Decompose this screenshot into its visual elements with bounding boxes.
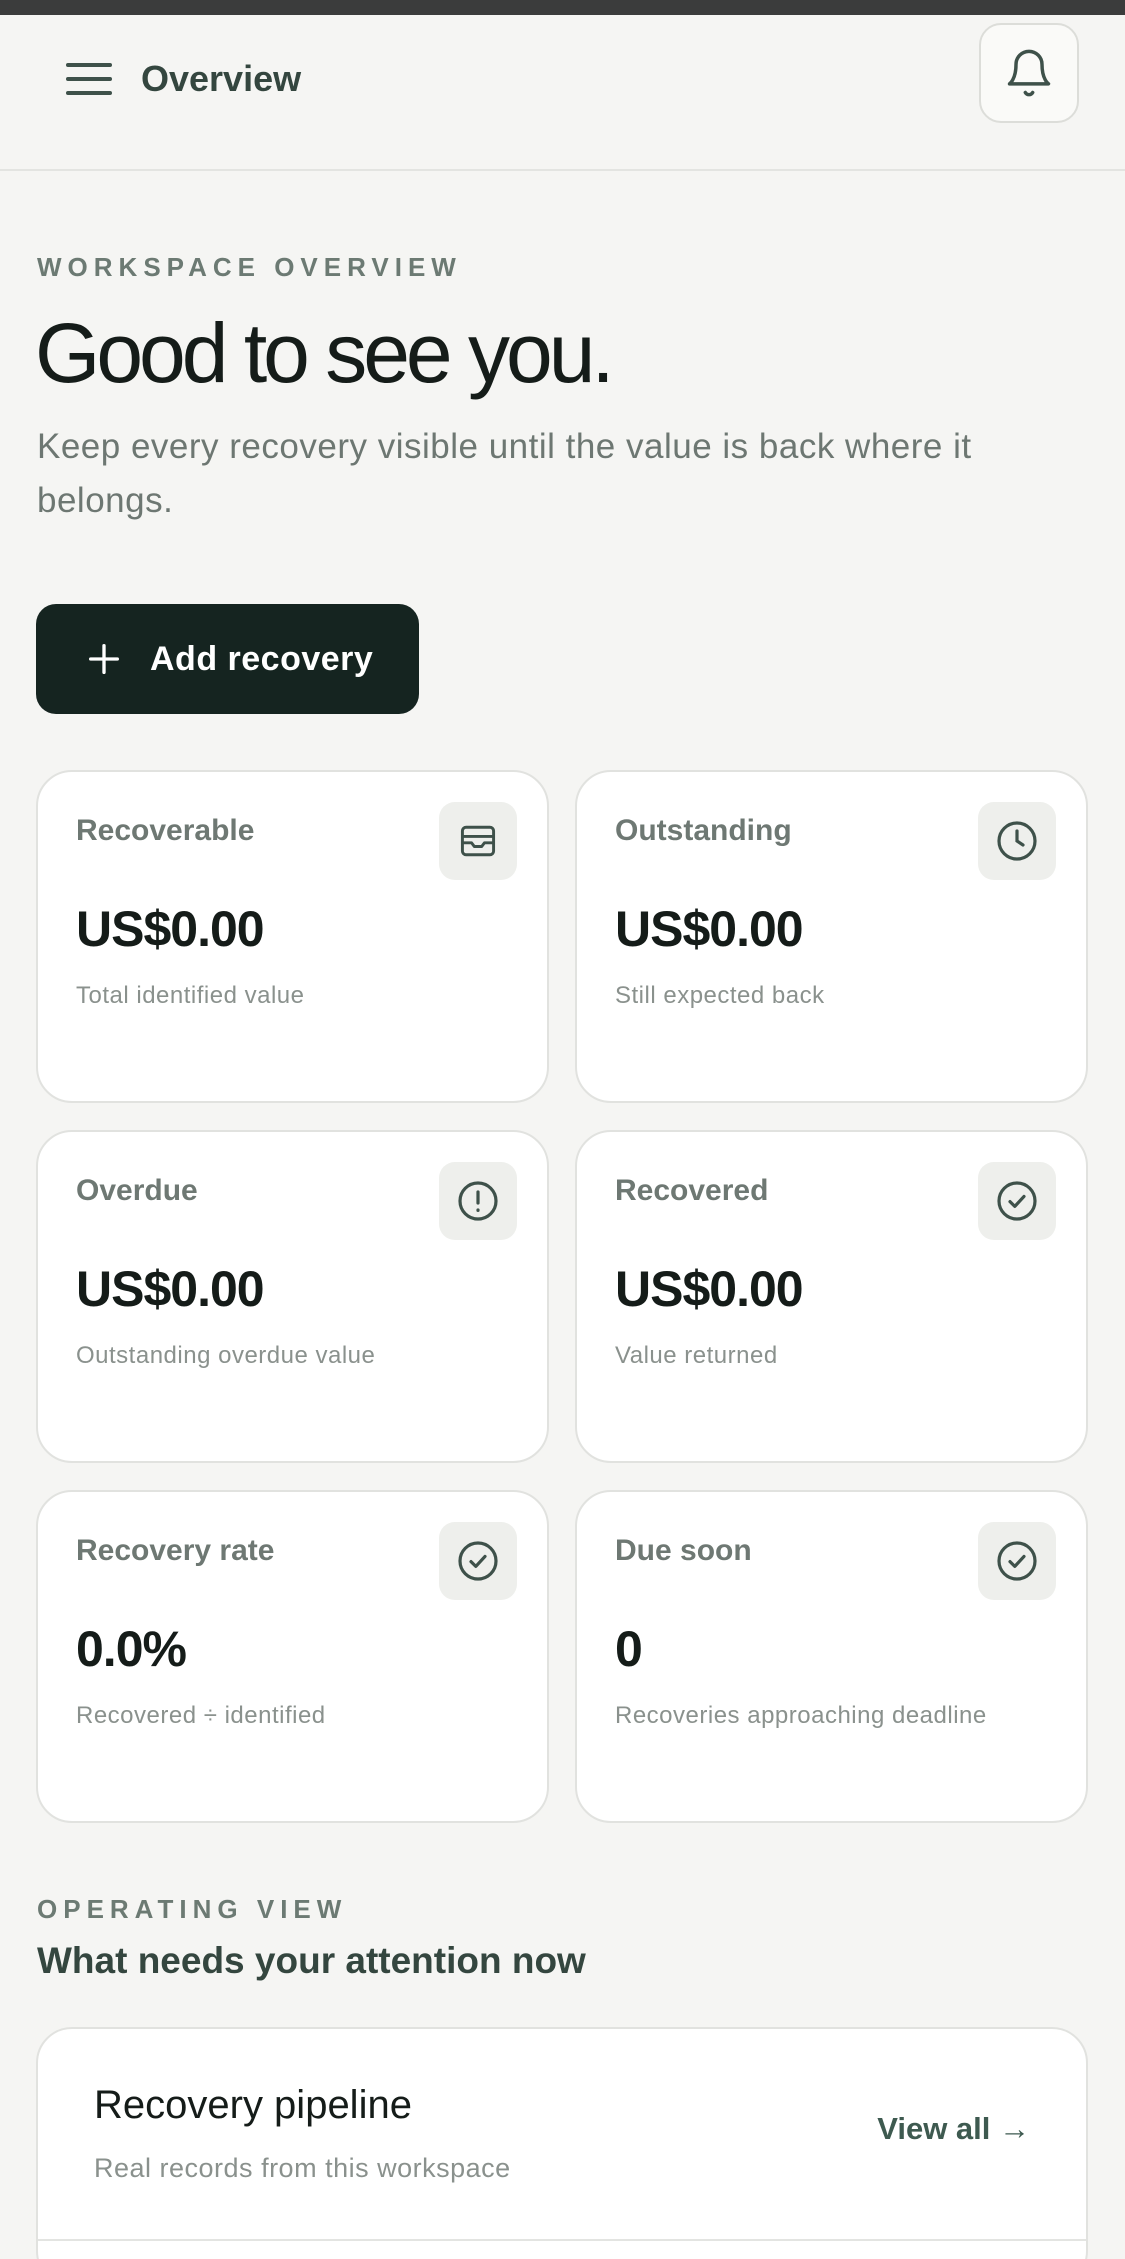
stat-label: Due soon: [615, 1534, 752, 1567]
view-all-link[interactable]: View all →: [877, 2111, 1030, 2147]
stat-description: Recovered ÷ identified: [76, 1702, 326, 1729]
divider: [38, 2239, 1086, 2241]
stat-value: US$0.00: [76, 901, 265, 957]
stat-value: US$0.00: [76, 1261, 265, 1317]
top-bar: Overview: [0, 15, 1125, 171]
stat-description: Value returned: [615, 1342, 778, 1369]
greeting-subtitle: Keep every recovery visible until the va…: [37, 427, 972, 520]
section-title: What needs your attention now: [37, 1940, 586, 1981]
page-title: Overview: [141, 58, 302, 99]
stat-value: 0.0%: [76, 1621, 187, 1677]
operating-eyebrow: OPERATING VIEW: [37, 1894, 348, 1924]
stat-value: US$0.00: [615, 1261, 804, 1317]
stat-label: Recovery rate: [76, 1534, 275, 1567]
stat-description: Recoveries approaching deadline: [615, 1702, 987, 1729]
stat-card-due-soon: Due soon 0 Recoveries approaching deadli…: [575, 1490, 1088, 1823]
stat-card-overdue: Overdue US$0.00 Outstanding overdue valu…: [36, 1130, 549, 1463]
check-circle-icon: [978, 1162, 1056, 1240]
bell-icon: [1007, 49, 1051, 97]
stat-value: 0: [615, 1621, 643, 1677]
stat-description: Outstanding overdue value: [76, 1342, 376, 1369]
stat-card-recovery-rate: Recovery rate 0.0% Recovered ÷ identifie…: [36, 1490, 549, 1823]
wallet-icon: [439, 802, 517, 880]
stat-value: US$0.00: [615, 901, 804, 957]
pipeline-title: Recovery pipeline: [94, 2083, 412, 2127]
stat-description: Still expected back: [615, 982, 825, 1009]
greeting-title: Good to see you.: [35, 306, 615, 400]
pipeline-subtitle: Real records from this workspace: [94, 2153, 511, 2183]
notifications-button[interactable]: [979, 23, 1079, 123]
add-recovery-button[interactable]: Add recovery: [36, 604, 419, 714]
add-recovery-label: Add recovery: [150, 639, 374, 678]
check-circle-icon: [439, 1522, 517, 1600]
stat-description: Total identified value: [76, 982, 305, 1009]
menu-icon[interactable]: [66, 53, 120, 105]
stat-card-recovered: Recovered US$0.00 Value returned: [575, 1130, 1088, 1463]
stat-label: Recovered: [615, 1174, 769, 1207]
plus-icon: [89, 644, 120, 674]
workspace-eyebrow: WORKSPACE OVERVIEW: [37, 252, 462, 282]
stat-label: Outstanding: [615, 814, 792, 847]
stat-card-outstanding: Outstanding US$0.00 Still expected back: [575, 770, 1088, 1103]
stat-label: Overdue: [76, 1174, 198, 1207]
status-bar: [0, 0, 1125, 15]
check-circle-icon: [978, 1522, 1056, 1600]
stat-label: Recoverable: [76, 814, 255, 847]
stat-card-recoverable: Recoverable US$0.00 Total identified val…: [36, 770, 549, 1103]
recovery-pipeline-card: Recovery pipeline Real records from this…: [36, 2027, 1088, 2259]
clock-icon: [978, 802, 1056, 880]
alert-icon: [439, 1162, 517, 1240]
